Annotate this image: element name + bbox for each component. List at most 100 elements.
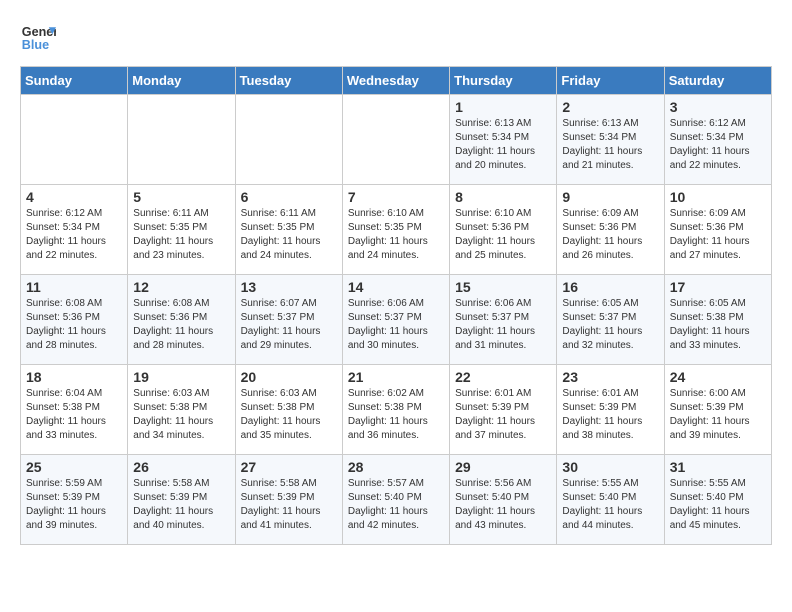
calendar-cell: 28 Sunrise: 5:57 AM Sunset: 5:40 PM Dayli… xyxy=(342,455,449,545)
weekday-header-tuesday: Tuesday xyxy=(235,67,342,95)
calendar-cell: 27 Sunrise: 5:58 AM Sunset: 5:39 PM Dayli… xyxy=(235,455,342,545)
day-info: Sunrise: 6:05 AM Sunset: 5:37 PM Dayligh… xyxy=(562,297,658,353)
day-info: Sunrise: 6:04 AM Sunset: 5:38 PM Dayligh… xyxy=(26,387,122,443)
day-info: Sunrise: 6:07 AM Sunset: 5:37 PM Dayligh… xyxy=(241,297,337,353)
day-info: Sunrise: 6:08 AM Sunset: 5:36 PM Dayligh… xyxy=(133,297,229,353)
day-number: 10 xyxy=(670,189,766,205)
calendar-cell: 6 Sunrise: 6:11 AM Sunset: 5:35 PM Daylig… xyxy=(235,185,342,275)
calendar-cell: 1Sunrise: 6:13 AM Sunset: 5:34 PM Daylig… xyxy=(450,95,557,185)
weekday-header-monday: Monday xyxy=(128,67,235,95)
calendar-cell: 20 Sunrise: 6:03 AM Sunset: 5:38 PM Dayli… xyxy=(235,365,342,455)
calendar-cell: 3 Sunrise: 6:12 AM Sunset: 5:34 PM Daylig… xyxy=(664,95,771,185)
weekday-header-thursday: Thursday xyxy=(450,67,557,95)
day-info: Sunrise: 5:59 AM Sunset: 5:39 PM Dayligh… xyxy=(26,477,122,533)
day-number: 30 xyxy=(562,459,658,475)
calendar-cell: 14 Sunrise: 6:06 AM Sunset: 5:37 PM Dayli… xyxy=(342,275,449,365)
header: General Blue xyxy=(20,20,772,56)
day-number: 18 xyxy=(26,369,122,385)
day-info: Sunrise: 5:56 AM Sunset: 5:40 PM Dayligh… xyxy=(455,477,551,533)
calendar-cell: 4 Sunrise: 6:12 AM Sunset: 5:34 PM Daylig… xyxy=(21,185,128,275)
calendar-cell: 7Sunrise: 6:10 AM Sunset: 5:35 PM Daylig… xyxy=(342,185,449,275)
day-number: 27 xyxy=(241,459,337,475)
calendar-cell xyxy=(21,95,128,185)
day-info: Sunrise: 6:12 AM Sunset: 5:34 PM Dayligh… xyxy=(26,207,122,263)
day-info: Sunrise: 6:02 AM Sunset: 5:38 PM Dayligh… xyxy=(348,387,444,443)
calendar-cell: 12 Sunrise: 6:08 AM Sunset: 5:36 PM Dayli… xyxy=(128,275,235,365)
day-info: Sunrise: 6:06 AM Sunset: 5:37 PM Dayligh… xyxy=(455,297,551,353)
day-info: Sunrise: 6:09 AM Sunset: 5:36 PM Dayligh… xyxy=(562,207,658,263)
calendar-cell xyxy=(342,95,449,185)
day-number: 20 xyxy=(241,369,337,385)
calendar-cell: 24 Sunrise: 6:00 AM Sunset: 5:39 PM Dayli… xyxy=(664,365,771,455)
day-info: Sunrise: 6:12 AM Sunset: 5:34 PM Dayligh… xyxy=(670,117,766,173)
day-number: 14 xyxy=(348,279,444,295)
calendar-cell: 9 Sunrise: 6:09 AM Sunset: 5:36 PM Daylig… xyxy=(557,185,664,275)
calendar-cell xyxy=(235,95,342,185)
weekday-header-sunday: Sunday xyxy=(21,67,128,95)
day-number: 9 xyxy=(562,189,658,205)
calendar-cell: 30 Sunrise: 5:55 AM Sunset: 5:40 PM Dayli… xyxy=(557,455,664,545)
calendar-cell: 25 Sunrise: 5:59 AM Sunset: 5:39 PM Dayli… xyxy=(21,455,128,545)
calendar-week-1: 1 Sunrise: 6:13 AM Sunset: 5:34 PM Daylig… xyxy=(21,95,772,185)
day-number: 13 xyxy=(241,279,337,295)
calendar-cell: 11 Sunrise: 6:08 AM Sunset: 5:36 PM Dayli… xyxy=(21,275,128,365)
calendar-week-2: 4 Sunrise: 6:12 AM Sunset: 5:34 PM Daylig… xyxy=(21,185,772,275)
day-number: 16 xyxy=(562,279,658,295)
weekday-header-friday: Friday xyxy=(557,67,664,95)
day-number: 7 xyxy=(348,189,444,205)
day-number: 1 xyxy=(455,99,551,115)
calendar-cell: 29 Sunrise: 5:56 AM Sunset: 5:40 PM Dayli… xyxy=(450,455,557,545)
day-number: 21 xyxy=(348,369,444,385)
day-info: Sunrise: 5:55 AM Sunset: 5:40 PM Dayligh… xyxy=(670,477,766,533)
calendar-cell: 19 Sunrise: 6:03 AM Sunset: 5:38 PM Dayli… xyxy=(128,365,235,455)
day-info: Sunrise: 6:05 AM Sunset: 5:38 PM Dayligh… xyxy=(670,297,766,353)
day-number: 5 xyxy=(133,189,229,205)
day-number: 8 xyxy=(455,189,551,205)
calendar-table: SundayMondayTuesdayWednesdayThursdayFrid… xyxy=(20,66,772,545)
calendar-cell: 16 Sunrise: 6:05 AM Sunset: 5:37 PM Dayli… xyxy=(557,275,664,365)
calendar-cell: 13 Sunrise: 6:07 AM Sunset: 5:37 PM Dayli… xyxy=(235,275,342,365)
calendar-cell: 26 Sunrise: 5:58 AM Sunset: 5:39 PM Dayli… xyxy=(128,455,235,545)
calendar-cell: 17 Sunrise: 6:05 AM Sunset: 5:38 PM Dayli… xyxy=(664,275,771,365)
day-info: Sunrise: 6:11 AM Sunset: 5:35 PM Dayligh… xyxy=(133,207,229,263)
day-number: 25 xyxy=(26,459,122,475)
calendar-cell: 23Sunrise: 6:01 AM Sunset: 5:39 PM Dayli… xyxy=(557,365,664,455)
calendar-cell: 18 Sunrise: 6:04 AM Sunset: 5:38 PM Dayli… xyxy=(21,365,128,455)
day-info: Sunrise: 5:58 AM Sunset: 5:39 PM Dayligh… xyxy=(133,477,229,533)
calendar-cell: 21 Sunrise: 6:02 AM Sunset: 5:38 PM Dayli… xyxy=(342,365,449,455)
day-info: Sunrise: 6:06 AM Sunset: 5:37 PM Dayligh… xyxy=(348,297,444,353)
calendar-week-3: 11 Sunrise: 6:08 AM Sunset: 5:36 PM Dayli… xyxy=(21,275,772,365)
calendar-week-4: 18 Sunrise: 6:04 AM Sunset: 5:38 PM Dayli… xyxy=(21,365,772,455)
day-number: 31 xyxy=(670,459,766,475)
logo-icon: General Blue xyxy=(20,20,56,56)
calendar-cell: 2 Sunrise: 6:13 AM Sunset: 5:34 PM Daylig… xyxy=(557,95,664,185)
day-info: Sunrise: 5:55 AM Sunset: 5:40 PM Dayligh… xyxy=(562,477,658,533)
day-number: 4 xyxy=(26,189,122,205)
day-info: Sunrise: 6:00 AM Sunset: 5:39 PM Dayligh… xyxy=(670,387,766,443)
calendar-cell: 15Sunrise: 6:06 AM Sunset: 5:37 PM Dayli… xyxy=(450,275,557,365)
day-number: 26 xyxy=(133,459,229,475)
day-number: 29 xyxy=(455,459,551,475)
weekday-header-saturday: Saturday xyxy=(664,67,771,95)
calendar-cell: 22Sunrise: 6:01 AM Sunset: 5:39 PM Dayli… xyxy=(450,365,557,455)
day-info: Sunrise: 5:58 AM Sunset: 5:39 PM Dayligh… xyxy=(241,477,337,533)
day-number: 11 xyxy=(26,279,122,295)
day-number: 6 xyxy=(241,189,337,205)
day-number: 12 xyxy=(133,279,229,295)
day-number: 28 xyxy=(348,459,444,475)
weekday-header-wednesday: Wednesday xyxy=(342,67,449,95)
day-number: 17 xyxy=(670,279,766,295)
day-info: Sunrise: 5:57 AM Sunset: 5:40 PM Dayligh… xyxy=(348,477,444,533)
day-info: Sunrise: 6:01 AM Sunset: 5:39 PM Dayligh… xyxy=(562,387,658,443)
day-info: Sunrise: 6:03 AM Sunset: 5:38 PM Dayligh… xyxy=(133,387,229,443)
day-number: 2 xyxy=(562,99,658,115)
day-number: 3 xyxy=(670,99,766,115)
day-info: Sunrise: 6:13 AM Sunset: 5:34 PM Dayligh… xyxy=(562,117,658,173)
day-number: 24 xyxy=(670,369,766,385)
calendar-cell: 31 Sunrise: 5:55 AM Sunset: 5:40 PM Dayli… xyxy=(664,455,771,545)
day-info: Sunrise: 6:08 AM Sunset: 5:36 PM Dayligh… xyxy=(26,297,122,353)
day-info: Sunrise: 6:03 AM Sunset: 5:38 PM Dayligh… xyxy=(241,387,337,443)
calendar-week-5: 25 Sunrise: 5:59 AM Sunset: 5:39 PM Dayli… xyxy=(21,455,772,545)
day-number: 19 xyxy=(133,369,229,385)
day-info: Sunrise: 6:11 AM Sunset: 5:35 PM Dayligh… xyxy=(241,207,337,263)
